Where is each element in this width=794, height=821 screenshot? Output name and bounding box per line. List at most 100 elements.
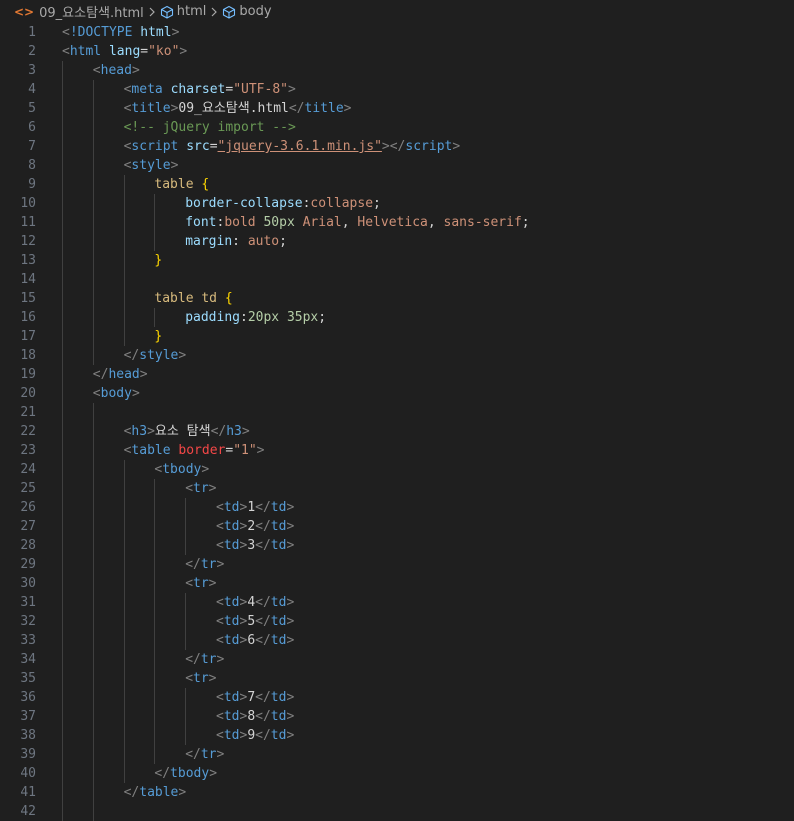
code-content: padding:20px 35px; [185,308,326,327]
code-line[interactable]: 8 <style> [0,156,794,175]
indent-guide [123,289,125,308]
code-token: style [139,348,179,363]
indent-guide [154,555,156,574]
code-line[interactable]: 16 padding:20px 35px; [0,308,794,327]
line-number: 35 [20,671,36,686]
code-line[interactable]: 24 <tbody> [0,460,794,479]
code-line[interactable]: 26 <td>1</td> [0,498,794,517]
indent-guide [92,99,94,118]
indent-guide [62,308,63,327]
indent-guide [185,536,187,555]
code-line[interactable]: 22 <h3>요소 탐색</h3> [0,422,794,441]
code-token: </ [255,690,271,705]
code-line[interactable]: 13} [0,251,794,270]
code-line[interactable]: 10 border-collapse:collapse; [0,194,794,213]
indent-guide [92,593,94,612]
indent-guide [62,783,63,802]
code-content: margin: auto; [185,232,287,251]
breadcrumb-file[interactable]: <> 09_요소탐색.html [14,2,144,22]
code-line[interactable]: 15 table td { [0,289,794,308]
code-token: border-collapse [185,196,303,211]
indent-guide [62,802,63,821]
code-line[interactable]: 38 <td>9</td> [0,726,794,745]
line-number: 7 [28,139,36,154]
code-token: td [270,709,287,724]
indent-guide [92,308,94,327]
code-line[interactable]: 1 <!DOCTYPE html> [0,23,794,42]
code-line[interactable]: 5 <title>09_요소탐색.html</title> [0,99,794,118]
breadcrumb-item-body[interactable]: body [222,4,272,19]
code-line[interactable]: 18 </style> [0,346,794,365]
indent-guide [123,669,125,688]
code-line[interactable]: 37 <td>8</td> [0,707,794,726]
indent-guide [62,99,63,118]
indent-guide [123,479,125,498]
code-line[interactable]: 19 </head> [0,365,794,384]
code-line[interactable]: 17} [0,327,794,346]
chevron-right-icon [147,7,157,17]
line-number: 26 [20,500,36,515]
code-line[interactable]: 41 </table> [0,783,794,802]
code-token: > [179,44,188,59]
indent-guide [123,270,125,289]
code-editor[interactable]: 1 <!DOCTYPE html> 2 <html lang="ko"> 3 <head>… [0,23,794,821]
code-token: < [185,576,194,591]
code-token: > [147,424,155,439]
code-line[interactable]: 20 <body> [0,384,794,403]
line-number: 19 [20,367,36,382]
code-token: h3 [131,424,148,439]
code-line[interactable]: 23 <table border="1"> [0,441,794,460]
code-token: < [216,500,224,515]
code-token: !DOCTYPE [69,25,133,40]
code-line[interactable]: 29 </tr> [0,555,794,574]
indent-guide [62,156,63,175]
code-line[interactable]: 21 [0,403,794,422]
code-token: </ [185,557,201,572]
code-line[interactable]: 33 <td>6</td> [0,631,794,650]
code-line[interactable]: 31 <td>4</td> [0,593,794,612]
code-token: src [186,139,210,154]
code-token: > [256,443,265,458]
code-line[interactable]: 28 <td>3</td> [0,536,794,555]
code-token: < [216,595,224,610]
code-line[interactable]: 30 <tr> [0,574,794,593]
code-line[interactable]: 35 <tr> [0,669,794,688]
code-line[interactable]: 27 <td>2</td> [0,517,794,536]
code-line[interactable]: 3 <head> [0,61,794,80]
code-line[interactable]: 34 </tr> [0,650,794,669]
code-token: : [232,234,248,249]
code-content: <table border="1"> [124,441,265,460]
code-line[interactable]: 40 </tbody> [0,764,794,783]
indent-guide [62,194,63,213]
code-line[interactable]: 4 <meta charset="UTF-8"> [0,80,794,99]
code-line[interactable]: 39 </tr> [0,745,794,764]
code-line[interactable]: 12 margin: auto; [0,232,794,251]
code-line[interactable]: 36 <td>7</td> [0,688,794,707]
code-line[interactable]: 42 [0,802,794,821]
line-number: 41 [20,785,36,800]
breadcrumb: <> 09_요소탐색.html html body [0,0,794,23]
code-token: h3 [226,424,242,439]
code-token: head [100,63,132,78]
code-content: <!DOCTYPE html> [62,23,179,42]
code-token: </ [255,538,271,553]
indent-guide [123,308,125,327]
code-line[interactable]: 11 font:bold 50px Arial, Helvetica, sans-… [0,213,794,232]
code-line[interactable]: 2 <html lang="ko"> [0,42,794,61]
breadcrumb-item-html[interactable]: html [160,4,206,19]
indent-guide [92,783,94,802]
code-token: > [131,386,140,401]
code-token: > [178,348,187,363]
code-line[interactable]: 32 <td>5</td> [0,612,794,631]
code-line[interactable]: 9 table { [0,175,794,194]
code-line[interactable]: 25 <tr> [0,479,794,498]
code-line[interactable]: 6 <!-- jQuery import --> [0,118,794,137]
indent-guide [92,213,94,232]
indent-guide [62,232,63,251]
code-token: </ [255,728,271,743]
code-token: 4 [247,595,256,610]
code-token: td [270,614,287,629]
code-line[interactable]: 7 <script src="jquery-3.6.1.min.js"></scr… [0,137,794,156]
line-number: 17 [20,329,36,344]
code-line[interactable]: 14 [0,270,794,289]
